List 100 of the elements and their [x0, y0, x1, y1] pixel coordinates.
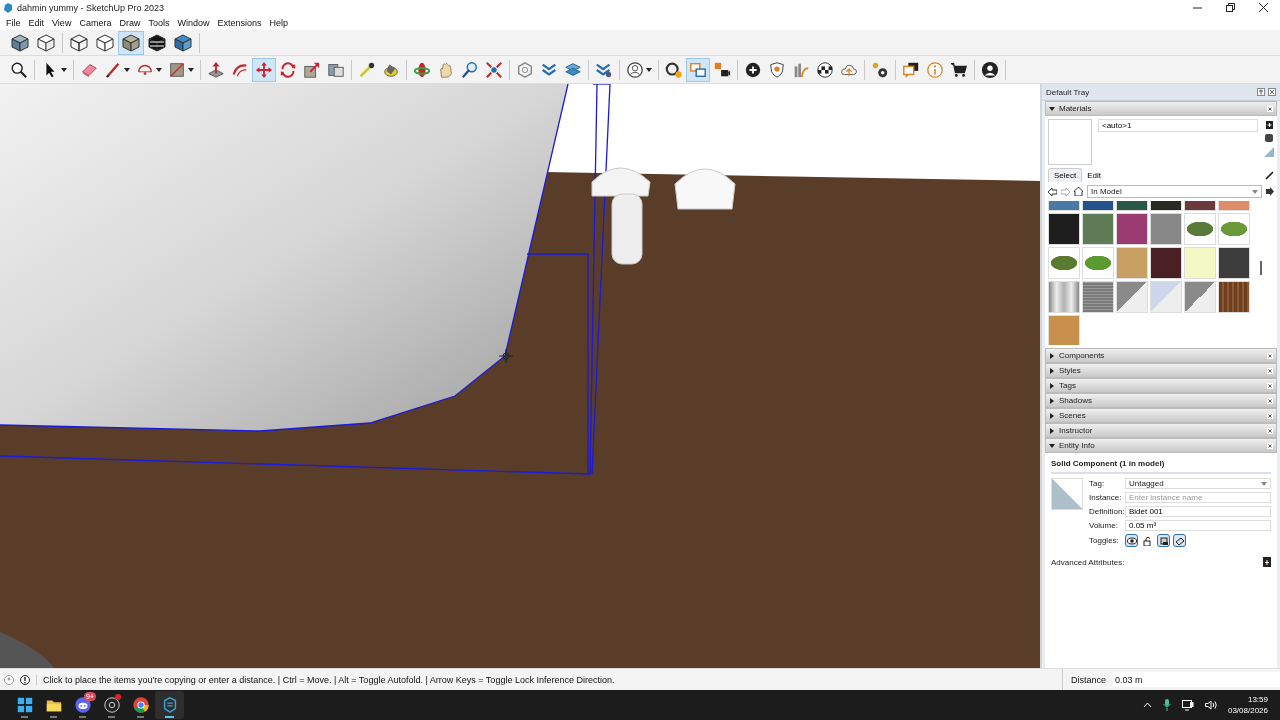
material-swatch[interactable] [1082, 213, 1114, 245]
clock-date[interactable]: 03/08/2026 [1227, 705, 1268, 716]
material-swatch[interactable] [1082, 247, 1114, 279]
material-swatch[interactable] [1150, 213, 1182, 245]
material-swatch[interactable] [1184, 213, 1216, 245]
toggle-button[interactable] [1141, 534, 1154, 547]
material-swatch[interactable] [1048, 281, 1080, 313]
location-pin-icon[interactable] [4, 674, 14, 685]
panel-title[interactable]: Components [1059, 351, 1263, 360]
panel-title[interactable]: Materials [1059, 104, 1263, 113]
checker-icon [816, 60, 834, 79]
toggle-button[interactable] [1173, 534, 1186, 547]
input-field[interactable]: 0.05 m³ [1125, 520, 1271, 531]
close-icon[interactable] [1267, 427, 1273, 434]
panel-title[interactable]: Shadows [1059, 396, 1263, 405]
panel-title[interactable]: Scenes [1059, 411, 1263, 420]
close-icon[interactable] [1267, 397, 1273, 404]
menu-item[interactable]: Edit [24, 17, 49, 28]
network-icon[interactable] [1181, 699, 1194, 711]
collapsed-triangle-icon[interactable] [1049, 427, 1055, 434]
measurement-field[interactable]: 0.03 m [1112, 672, 1280, 687]
instructor-icon[interactable] [20, 674, 30, 685]
menu-item[interactable]: Draw [115, 17, 145, 28]
material-swatch[interactable] [1184, 281, 1216, 313]
material-name-field[interactable]: <auto>1 [1098, 119, 1258, 132]
home-icon[interactable] [1074, 187, 1083, 196]
collapsed-triangle-icon[interactable] [1049, 382, 1055, 389]
close-icon[interactable] [1259, 3, 1268, 12]
panel-header[interactable]: Materials [1045, 101, 1277, 116]
panel-title[interactable]: Entity Info [1059, 441, 1263, 450]
selection-heading: Solid Component (1 in model) [1051, 459, 1271, 474]
eyedropper-icon[interactable] [1265, 170, 1274, 180]
chevron-up-icon[interactable] [1142, 702, 1152, 708]
material-swatch[interactable] [1218, 213, 1250, 245]
panel-tab[interactable]: Edit [1082, 168, 1107, 182]
material-swatch[interactable] [1048, 247, 1080, 279]
close-icon[interactable] [1267, 367, 1273, 374]
toggle-button[interactable] [1125, 534, 1138, 547]
menu-item[interactable]: Window [173, 17, 214, 28]
material-swatch[interactable] [1082, 281, 1114, 313]
material-swatch[interactable] [1116, 281, 1148, 313]
details-arrow-icon[interactable] [1266, 187, 1274, 196]
input-field[interactable]: Enter instance name [1125, 492, 1271, 503]
window-title: dahmin yummy - SketchUp Pro 2023 [17, 2, 166, 13]
menu-item[interactable]: Extensions [213, 17, 266, 28]
panel-header[interactable]: Scenes [1045, 408, 1277, 423]
panel-tab[interactable]: Select [1048, 168, 1083, 182]
chat-icon [902, 60, 920, 79]
tag-dropdown[interactable]: Untagged [1125, 478, 1271, 489]
close-icon[interactable] [1267, 442, 1273, 449]
panel-title[interactable]: Instructor [1059, 426, 1263, 435]
create-material-icon[interactable] [1264, 119, 1274, 129]
expanded-triangle-icon[interactable] [1049, 105, 1055, 112]
collapsed-triangle-icon[interactable] [1049, 367, 1055, 374]
menu-item[interactable]: Camera [75, 17, 116, 28]
speaker-icon[interactable] [1204, 700, 1217, 710]
material-swatch[interactable] [1116, 247, 1148, 279]
collapsed-triangle-icon[interactable] [1049, 397, 1055, 404]
material-swatch[interactable] [1150, 281, 1182, 313]
collection-dropdown[interactable]: In Model [1087, 185, 1262, 198]
close-icon[interactable] [1268, 88, 1276, 96]
panel-header[interactable]: Tags [1045, 378, 1277, 393]
expand-attributes-icon[interactable] [1263, 557, 1271, 567]
person-circle-icon [626, 60, 644, 79]
pin-icon[interactable] [1257, 88, 1265, 96]
paint-can-icon[interactable] [1264, 133, 1274, 143]
panel-header[interactable]: Styles [1045, 363, 1277, 378]
material-swatch[interactable] [1218, 247, 1250, 279]
restore-icon[interactable] [1226, 3, 1235, 12]
close-icon[interactable] [1267, 382, 1273, 389]
collapsed-triangle-icon[interactable] [1049, 412, 1055, 419]
panel-header[interactable]: Entity Info [1045, 438, 1277, 453]
material-swatch[interactable] [1184, 247, 1216, 279]
panel-title[interactable]: Styles [1059, 366, 1263, 375]
collapsed-triangle-icon[interactable] [1049, 352, 1055, 359]
close-icon[interactable] [1267, 352, 1273, 359]
panel-header[interactable]: Components [1045, 348, 1277, 363]
toolbar-button[interactable] [118, 30, 144, 55]
expanded-triangle-icon[interactable] [1049, 442, 1055, 449]
material-swatch[interactable] [1116, 213, 1148, 245]
menu-item[interactable]: Tools [144, 17, 174, 28]
microphone-icon[interactable] [1162, 699, 1171, 711]
panel-title[interactable]: Tags [1059, 381, 1263, 390]
back-arrow-icon[interactable] [1048, 187, 1057, 196]
tape-measure-icon [358, 60, 376, 79]
material-swatch[interactable] [1150, 247, 1182, 279]
material-swatch[interactable] [1218, 281, 1250, 313]
material-swatch[interactable] [1048, 213, 1080, 245]
clock-time[interactable]: 13:59 [1247, 694, 1268, 705]
material-swatch[interactable] [1048, 315, 1080, 345]
close-icon[interactable] [1267, 412, 1273, 419]
menu-item[interactable]: File [2, 17, 25, 28]
input-field[interactable]: Bidet 001 [1125, 506, 1271, 517]
menu-item[interactable]: Help [265, 17, 292, 28]
panel-header[interactable]: Instructor [1045, 423, 1277, 438]
taskbar-app[interactable] [155, 691, 184, 719]
menu-item[interactable]: View [48, 17, 76, 28]
close-icon[interactable] [1267, 105, 1273, 112]
toggle-button[interactable] [1157, 534, 1170, 547]
panel-header[interactable]: Shadows [1045, 393, 1277, 408]
